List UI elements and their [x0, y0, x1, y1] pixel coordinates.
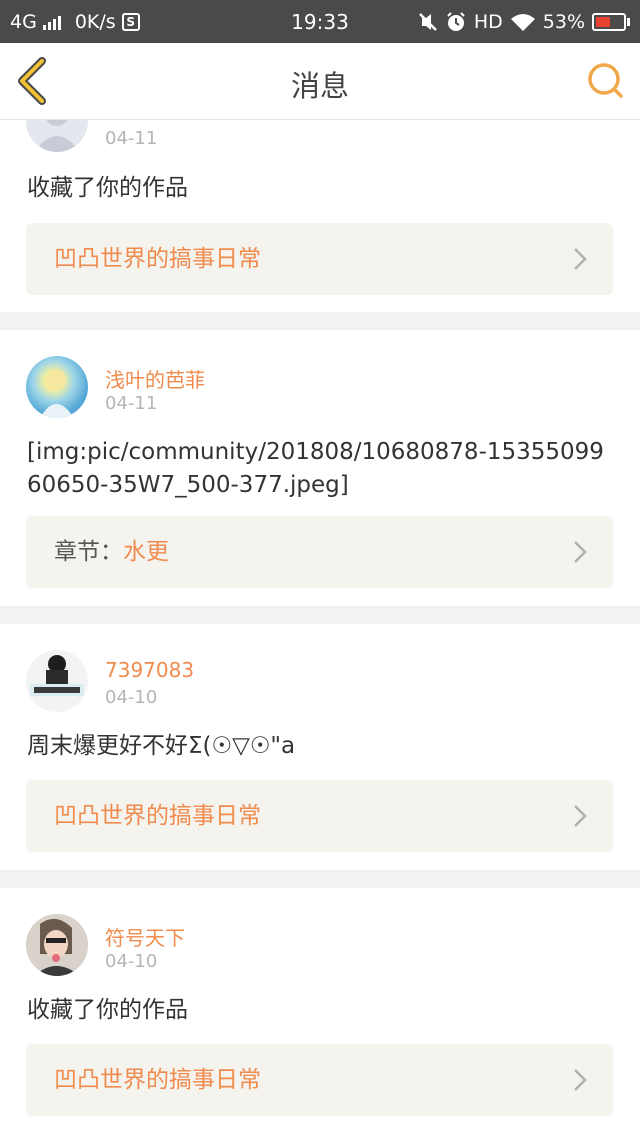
message-content: 收藏了你的作品: [27, 997, 188, 1023]
avatar[interactable]: [26, 914, 88, 976]
status-bar: 4G 0K/s S 19:33 HD 53%: [0, 0, 640, 43]
message-date: 04-11: [105, 128, 158, 149]
alarm-icon: [447, 12, 465, 31]
work-link-button[interactable]: 凹凸世界的搞事日常: [26, 223, 613, 295]
work-title: 凹凸世界的搞事日常: [54, 246, 261, 272]
message-content: [img:pic/community/201808/10680878-15355…: [27, 439, 604, 498]
nav-bar: 消息: [0, 43, 640, 120]
search-button[interactable]: [586, 61, 626, 101]
battery-percent: 53%: [542, 11, 585, 33]
search-icon: [588, 63, 623, 98]
work-link-button[interactable]: 凹凸世界的搞事日常: [26, 780, 613, 852]
message-card: 7397083 04-10 周末爆更好不好Σ(☉▽☉"a 凹凸世界的搞事日常: [0, 624, 640, 870]
message-card: 04-11 收藏了你的作品 凹凸世界的搞事日常: [0, 120, 640, 312]
work-link-button[interactable]: 凹凸世界的搞事日常: [26, 1044, 613, 1116]
message-content: 收藏了你的作品: [27, 175, 188, 201]
battery-icon: [592, 13, 630, 31]
work-title: 凹凸世界的搞事日常: [54, 803, 261, 829]
chevron-right-icon: [574, 805, 587, 827]
hd-label: HD: [473, 11, 503, 33]
username[interactable]: 符号天下: [105, 922, 185, 951]
chapter-title: 水更: [123, 539, 169, 565]
chapter-link-button[interactable]: 章节：水更: [26, 516, 613, 588]
page-title: 消息: [290, 69, 349, 103]
avatar[interactable]: [26, 120, 88, 152]
user-avatar-image: [26, 914, 88, 976]
chevron-right-icon: [574, 541, 587, 563]
status-right: HD 53%: [418, 9, 630, 35]
message-date: 04-11: [105, 393, 158, 414]
username[interactable]: 7397083: [105, 658, 194, 682]
avatar[interactable]: [26, 650, 88, 712]
mute-icon: [418, 13, 437, 31]
message-list[interactable]: 04-11 收藏了你的作品 凹凸世界的搞事日常 浅叶的芭菲 04-11 [img…: [0, 120, 640, 1138]
chevron-right-icon: [574, 248, 587, 270]
chevron-right-icon: [574, 1069, 587, 1091]
message-content: 周末爆更好不好Σ(☉▽☉"a: [27, 733, 296, 759]
message-card: 浅叶的芭菲 04-11 [img:pic/community/201808/10…: [0, 330, 640, 606]
message-date: 04-10: [105, 687, 158, 708]
user-avatar-image: [30, 655, 84, 696]
chapter-prefix: 章节：: [54, 539, 123, 565]
wifi-icon: [510, 14, 535, 31]
avatar[interactable]: [26, 356, 88, 418]
work-title: 凹凸世界的搞事日常: [54, 1067, 261, 1093]
message-card: 符号天下 04-10 收藏了你的作品 凹凸世界的搞事日常: [0, 888, 640, 1138]
user-avatar-image: [40, 370, 74, 418]
default-avatar-icon: [34, 120, 80, 152]
message-date: 04-10: [105, 951, 158, 972]
username[interactable]: 浅叶的芭菲: [105, 364, 205, 393]
